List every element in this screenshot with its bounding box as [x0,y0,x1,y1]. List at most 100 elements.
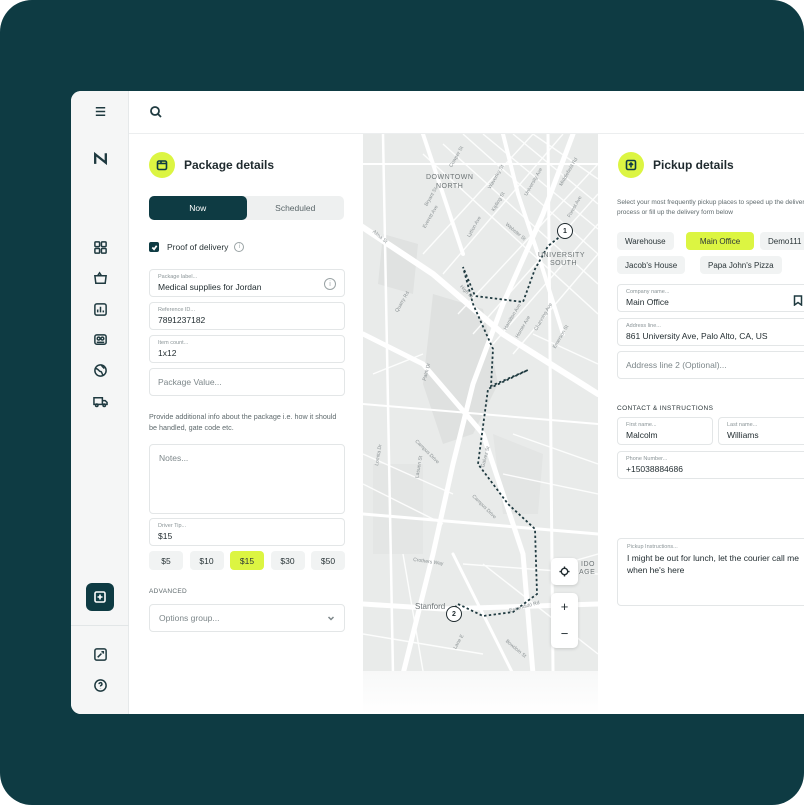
place-chip-jacobs-house[interactable]: Jacob's House [617,256,686,274]
field-label: First name... [626,422,657,428]
sidebar-divider [71,625,129,626]
globe-icon[interactable] [90,360,110,380]
field-value: 1x12 [158,348,177,358]
place-chip-demo111[interactable]: Demo111 [760,232,804,250]
place-label-ido: IDO [581,561,595,568]
proof-of-delivery-row: Proof of delivery i [149,242,245,252]
last-name-field[interactable]: Last name... Williams [718,417,804,445]
driver-tip-field[interactable]: Driver Tip... $15 [149,518,345,546]
app-window: Package details Now Scheduled Proof of d… [71,91,804,714]
background-frame: Package details Now Scheduled Proof of d… [0,0,804,805]
chevron-down-icon [327,616,335,621]
notes-textarea[interactable]: Notes... [149,444,345,514]
map-canvas [363,134,598,671]
zoom-in-button[interactable]: + [551,593,578,620]
options-group-select[interactable]: Options group... [149,604,345,632]
company-name-field[interactable]: Company name... Main Office [617,284,804,312]
field-label: Last name... [727,422,758,428]
field-value: 7891237182 [158,315,206,325]
bookmark-icon[interactable] [793,293,803,307]
field-label: Pickup Instructions... [627,544,678,550]
place-label-stanford: Stanford [415,602,446,611]
first-name-field[interactable]: First name... Malcolm [617,417,713,445]
package-label-field[interactable]: Package label... Medical supplies for Jo… [149,269,345,297]
pickup-description: Select your most frequently pickup place… [617,199,804,216]
truck-icon[interactable] [90,391,110,411]
district-label-downtown: DOWNTOWN [426,174,474,181]
package-icon[interactable] [90,268,110,288]
route-marker-1[interactable]: 1 [557,223,573,239]
field-label: Item count... [158,340,189,346]
route-map[interactable]: DOWNTOWN NORTH UNIVERSITY SOUTH Stanford… [363,134,598,671]
field-value: Medical supplies for Jordan [158,282,262,292]
menu-icon[interactable] [90,101,110,121]
dashboard-icon[interactable] [90,237,110,257]
timing-toggle: Now Scheduled [149,196,344,220]
field-label: Company name... [626,289,670,295]
field-label: Reference ID... [158,307,195,313]
info-icon[interactable]: i [234,242,245,252]
field-value: Malcolm [626,430,658,440]
tip-options: $5 $10 $15 $30 $50 [149,551,345,570]
reference-id-field[interactable]: Reference ID... 7891237182 [149,302,345,330]
field-value: +15038884686 [626,464,683,474]
toggle-now[interactable]: Now [149,196,247,220]
field-value: Main Office [626,297,669,307]
advanced-section-title: ADVANCED [149,588,188,595]
search-icon[interactable] [149,105,163,119]
help-icon[interactable] [90,675,110,695]
check-icon [151,244,157,251]
contact-section-title: CONTACT & INSTRUCTIONS [617,405,714,412]
reports-icon[interactable] [90,299,110,319]
place-chip-papa-johns[interactable]: Papa John's Pizza [700,256,782,274]
locate-button[interactable] [551,558,578,585]
settings-icon[interactable] [90,644,110,664]
info-icon[interactable]: i [324,278,336,290]
field-label: Package label... [158,274,198,280]
place-label-age: AGE [579,569,596,576]
tip-option-50[interactable]: $50 [311,551,345,570]
address-line-field[interactable]: Address line... 861 University Ave, Palo… [617,318,804,346]
field-value: $15 [158,531,173,541]
field-label: Phone Number... [626,456,668,462]
phone-number-field[interactable]: Phone Number... +15038884686 [617,451,804,479]
field-label: Address line... [626,323,661,329]
item-count-field[interactable]: Item count... 1x12 [149,335,345,363]
add-button[interactable] [86,583,114,611]
route-marker-2[interactable]: 2 [446,606,462,622]
page-title: Package details [184,158,275,172]
toggle-scheduled[interactable]: Scheduled [247,196,345,220]
package-box-icon [149,152,175,178]
pickup-details-panel: Pickup details Select your most frequent… [598,134,804,714]
contacts-icon[interactable] [90,329,110,349]
field-value: Williams [727,430,759,440]
zoom-out-button[interactable]: − [551,620,578,647]
proof-of-delivery-checkbox[interactable] [149,242,159,252]
sidebar [71,91,129,714]
address-line-2-field[interactable]: Address line 2 (Optional)... [617,351,804,379]
crosshair-icon [559,566,570,577]
top-bar [129,91,804,134]
package-details-panel: Package details Now Scheduled Proof of d… [129,134,363,714]
tip-option-30[interactable]: $30 [270,551,305,570]
district-label-north: NORTH [436,183,464,190]
field-label: Driver Tip... [158,523,187,529]
place-chip-main-office[interactable]: Main Office [686,232,754,250]
logo-icon[interactable] [90,148,110,168]
map-footer-fade [363,671,598,714]
package-value-field[interactable]: Package Value... [149,368,345,396]
district-label-south: SOUTH [550,260,577,267]
pickup-instructions-field[interactable]: Pickup Instructions... I might be out fo… [617,538,804,606]
tip-option-15[interactable]: $15 [230,551,264,570]
district-label-university: UNIVERSITY [538,252,586,259]
proof-of-delivery-label: Proof of delivery [167,242,229,252]
zoom-controls: + − [551,593,578,648]
tip-option-10[interactable]: $10 [189,551,224,570]
place-chip-warehouse[interactable]: Warehouse [617,232,674,250]
tip-option-5[interactable]: $5 [149,551,183,570]
pickup-title: Pickup details [653,158,734,172]
field-placeholder: Package Value... [158,377,222,387]
field-value: I might be out for lunch, let the courie… [627,553,799,575]
add-icon [94,591,106,603]
field-placeholder: Address line 2 (Optional)... [626,360,727,370]
